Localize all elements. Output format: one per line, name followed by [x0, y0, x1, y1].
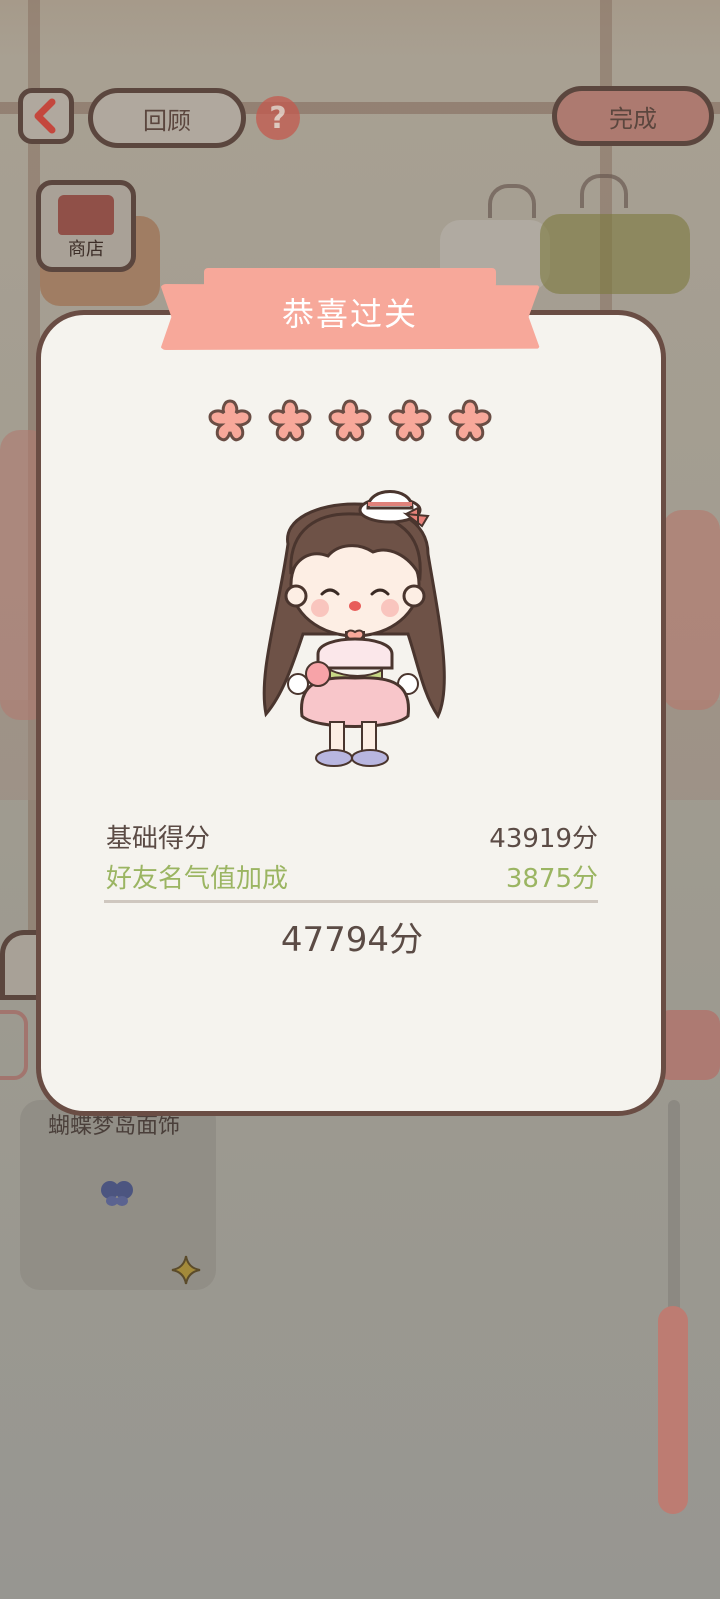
base-score-label: 基础得分 — [106, 824, 211, 854]
sparkle-icon — [171, 1255, 201, 1285]
scrollbar-thumb[interactable] — [658, 1306, 688, 1514]
friend-bonus-row: 好友名气值加成 3875分 — [106, 858, 598, 895]
flower-star-icon — [388, 399, 432, 442]
flower-star-icon — [328, 399, 372, 442]
back-button[interactable] — [18, 88, 74, 144]
category-tab[interactable] — [0, 1010, 28, 1080]
friend-bonus-label: 好友名气值加成 — [106, 864, 289, 894]
dialog-title: 恭喜过关 — [281, 295, 418, 333]
review-button[interactable]: 回顾 — [88, 88, 246, 148]
done-button[interactable]: 完成 — [552, 86, 714, 146]
base-score-value: 43919分 — [489, 824, 598, 854]
star-rating — [205, 396, 495, 446]
hanger-icon — [488, 184, 536, 218]
shop-label: 商店 — [68, 239, 104, 260]
chevron-left-icon — [34, 98, 56, 134]
garment — [540, 214, 690, 294]
total-score: 47794分 — [280, 920, 424, 960]
dressed-character — [262, 490, 446, 767]
garment — [662, 510, 720, 710]
shop-button[interactable]: 商店 — [36, 180, 136, 272]
friend-bonus-value: 3875分 — [505, 864, 598, 894]
divider — [104, 900, 598, 903]
flower-star-icon — [268, 399, 312, 442]
hanger-icon — [580, 174, 628, 208]
butterfly-icon — [101, 1181, 133, 1206]
help-icon[interactable]: ? — [256, 96, 300, 140]
shop-icon — [58, 195, 114, 235]
category-tab[interactable] — [0, 930, 40, 1000]
flower-star-icon — [208, 399, 252, 442]
base-score-row: 基础得分 43919分 — [106, 818, 598, 855]
flower-star-icon — [448, 399, 492, 442]
